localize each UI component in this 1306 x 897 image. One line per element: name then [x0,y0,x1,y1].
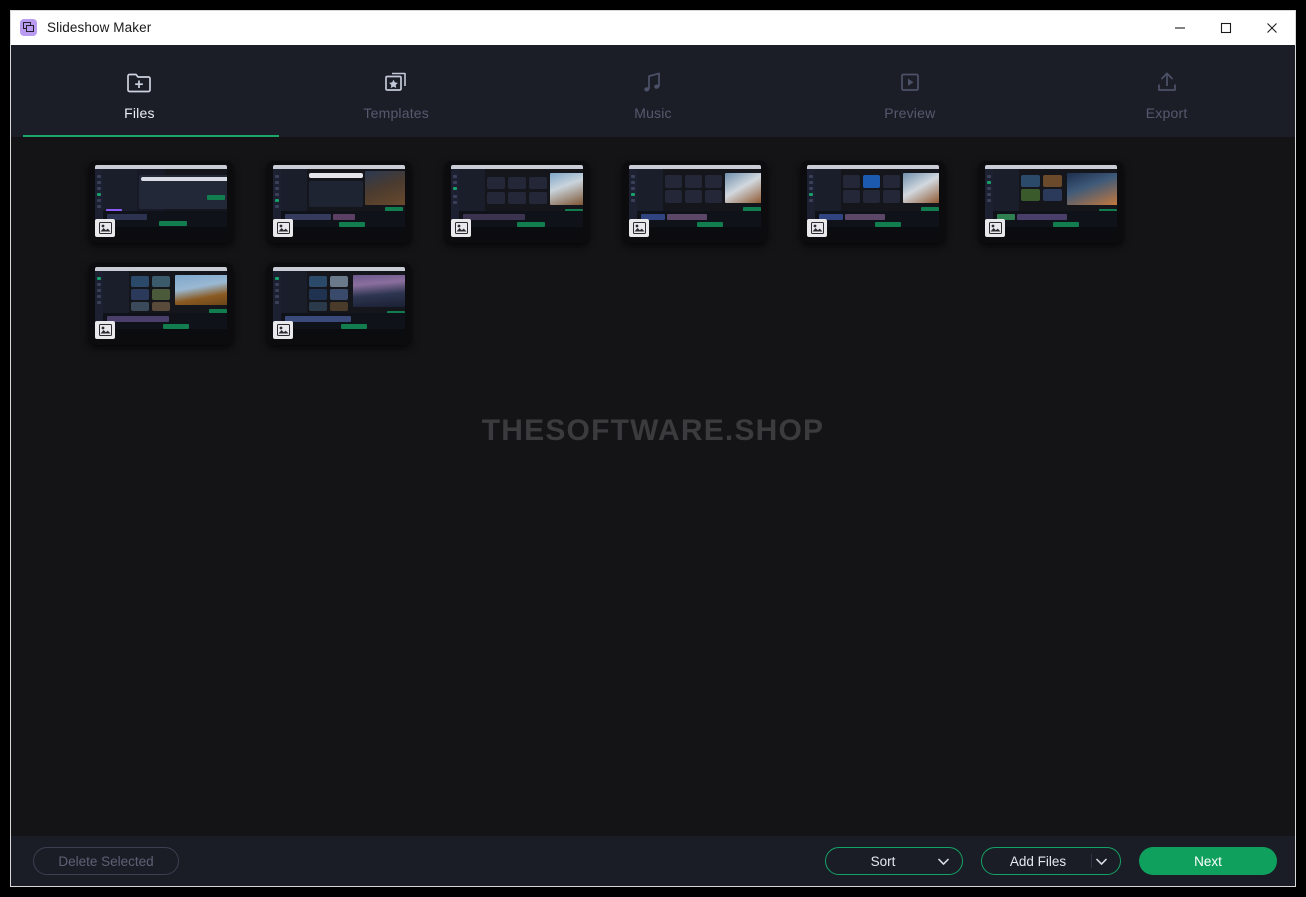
maximize-icon[interactable] [1203,11,1249,44]
thumbnail-5[interactable] [801,161,945,243]
title-bar: Slideshow Maker [11,11,1295,45]
thumbnail-7[interactable] [89,263,233,345]
files-content-area: THESOFTWARE.SHOP [11,137,1295,836]
slides-icon [20,19,37,36]
image-placeholder-icon [273,219,293,237]
tab-files-label: Files [124,105,155,121]
tab-export-label: Export [1145,105,1188,121]
watermark: THESOFTWARE.SHOP [481,414,825,447]
sort-button-label: Sort [870,853,896,869]
thumbnail-6[interactable] [979,161,1123,243]
image-placeholder-icon [451,219,471,237]
upload-icon [1154,67,1180,97]
app-window: Slideshow Maker Files Templates Music Pr… [10,10,1296,887]
image-placeholder-icon [629,219,649,237]
add-files-button-label: Add Files [1009,853,1067,869]
thumbnail-grid [79,151,1249,355]
tab-music[interactable]: Music [525,45,782,137]
tab-templates-label: Templates [363,105,429,121]
thumbnail-2[interactable] [267,161,411,243]
chevron-down-icon[interactable] [1096,854,1107,869]
thumbnail-3[interactable] [445,161,589,243]
image-placeholder-icon [95,321,115,339]
tab-preview-label: Preview [884,105,936,121]
tab-music-label: Music [634,105,672,121]
window-controls [1157,11,1295,44]
sort-button[interactable]: Sort [825,847,963,875]
image-placeholder-icon [95,219,115,237]
star-slides-icon [383,67,409,97]
thumbnail-1[interactable] [89,161,233,243]
delete-selected-button[interactable]: Delete Selected [33,847,179,875]
close-icon[interactable] [1249,11,1295,44]
minimize-icon[interactable] [1157,11,1203,44]
music-note-icon [640,67,666,97]
app-title: Slideshow Maker [47,20,152,35]
tab-files[interactable]: Files [11,45,268,137]
tab-templates[interactable]: Templates [268,45,525,137]
image-placeholder-icon [985,219,1005,237]
thumbnail-4[interactable] [623,161,767,243]
chevron-down-icon [938,854,949,869]
tab-preview[interactable]: Preview [781,45,1038,137]
image-placeholder-icon [273,321,293,339]
thumbnail-8[interactable] [267,263,411,345]
add-files-divider [1091,854,1092,868]
add-files-button[interactable]: Add Files [981,847,1121,875]
play-square-icon [897,67,923,97]
footer-bar: Delete Selected Sort Add Files Next [11,836,1295,886]
image-placeholder-icon [807,219,827,237]
tab-export[interactable]: Export [1038,45,1295,137]
tab-bar: Files Templates Music Preview Export [11,45,1295,137]
next-button[interactable]: Next [1139,847,1277,875]
folder-plus-icon [126,67,152,97]
